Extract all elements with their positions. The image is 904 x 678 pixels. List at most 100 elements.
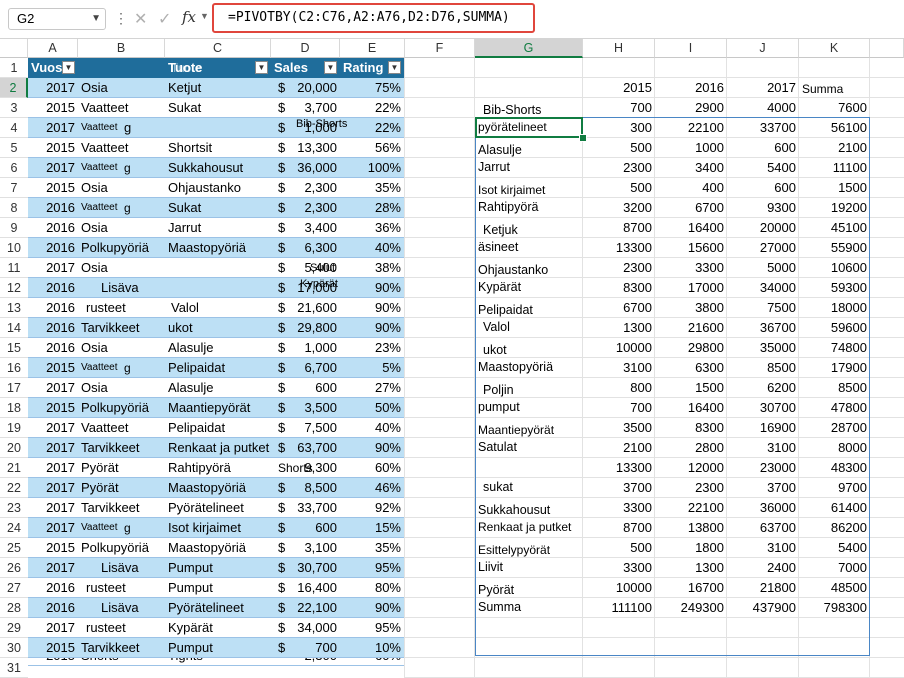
- cell-year[interactable]: 2016: [28, 598, 78, 618]
- cell-year[interactable]: 2017: [28, 118, 78, 138]
- pivot-value-cell[interactable]: 2400: [727, 558, 799, 578]
- pivot-value-cell[interactable]: 48500: [799, 578, 870, 598]
- pivot-value-cell[interactable]: 1300: [655, 558, 727, 578]
- cell-year[interactable]: 2017: [28, 438, 78, 458]
- pivot-value-cell[interactable]: 21800: [727, 578, 799, 598]
- pivot-value-cell[interactable]: 3100: [583, 358, 655, 378]
- cell-category[interactable]: rusteet: [81, 298, 165, 318]
- chevron-down-icon[interactable]: ▼: [200, 11, 209, 21]
- table-row[interactable]: 2017 Vaatteet Sukkahousut $36,000 100%: [28, 158, 404, 178]
- cell-category[interactable]: Lisäva: [81, 598, 165, 618]
- table-row[interactable]: 2015 Vaatteet Shortsit $13,300 56%: [28, 138, 404, 158]
- cell-year[interactable]: 2017: [28, 258, 78, 278]
- pivot-row-label[interactable]: äsineet: [477, 237, 581, 257]
- row-header-2[interactable]: 2: [0, 78, 28, 98]
- table-row[interactable]: 2017 Tarvikkeet Pyörätelineet $33,700 92%: [28, 498, 404, 518]
- cell-product[interactable]: ukot: [168, 318, 271, 338]
- cell-sales[interactable]: 30,700: [290, 558, 340, 578]
- pivot-value-cell[interactable]: 3700: [583, 478, 655, 498]
- row-header-3[interactable]: 3: [0, 98, 28, 118]
- pivot-value-cell[interactable]: 3400: [655, 158, 727, 178]
- pivot-value-cell[interactable]: 8700: [583, 218, 655, 238]
- cell-category[interactable]: Pyörät: [81, 478, 165, 498]
- cell-product[interactable]: Sukat: [168, 198, 271, 218]
- pivot-value-cell[interactable]: 5400: [727, 158, 799, 178]
- cell-product[interactable]: Maantiepyörät: [168, 398, 271, 418]
- column-header-e[interactable]: E: [340, 39, 405, 58]
- cell-product[interactable]: [168, 118, 271, 138]
- pivot-header-cell[interactable]: 2017: [727, 78, 799, 98]
- pivot-value-cell[interactable]: 33700: [727, 118, 799, 138]
- pivot-value-cell[interactable]: 5400: [799, 538, 870, 558]
- cell-rating[interactable]: 28%: [340, 198, 404, 218]
- pivot-value-cell[interactable]: 20000: [727, 218, 799, 238]
- cell-year[interactable]: 2017: [28, 618, 78, 638]
- cell-product[interactable]: Alasulje: [168, 338, 271, 358]
- pivot-value-cell[interactable]: 17000: [655, 278, 727, 298]
- cell-year[interactable]: 2017: [28, 418, 78, 438]
- row-header-15[interactable]: 15: [0, 338, 28, 358]
- row-header-24[interactable]: 24: [0, 518, 28, 538]
- cell-year[interactable]: 2016: [28, 578, 78, 598]
- cell-sales[interactable]: 700: [290, 638, 340, 658]
- cell-year[interactable]: 2015: [28, 638, 78, 658]
- pivot-value-cell[interactable]: 59300: [799, 278, 870, 298]
- cell-year[interactable]: 2016: [28, 298, 78, 318]
- cell-category[interactable]: Osia: [81, 258, 165, 278]
- cell-year[interactable]: 2016: [28, 198, 78, 218]
- cell-category[interactable]: Vaatteet: [81, 418, 165, 438]
- pivot-value-cell[interactable]: 36000: [727, 498, 799, 518]
- pivot-value-cell[interactable]: 16400: [655, 398, 727, 418]
- row-header-11[interactable]: 11: [0, 258, 28, 278]
- cell-rating[interactable]: 90%: [340, 438, 404, 458]
- row-header-22[interactable]: 22: [0, 478, 28, 498]
- cell-rating[interactable]: 35%: [340, 178, 404, 198]
- row-header-19[interactable]: 19: [0, 418, 28, 438]
- pivot-row-label[interactable]: Rahtipyörä: [477, 197, 581, 217]
- cell-rating[interactable]: 75%: [340, 78, 404, 98]
- cell-rating[interactable]: 27%: [340, 378, 404, 398]
- cell-sales[interactable]: 29,800: [290, 318, 340, 338]
- pivot-value-cell[interactable]: 500: [583, 538, 655, 558]
- pivot-value-cell[interactable]: 700: [583, 98, 655, 118]
- pivot-value-cell[interactable]: 10000: [583, 338, 655, 358]
- cell-year[interactable]: 2016: [28, 338, 78, 358]
- pivot-value-cell[interactable]: 8300: [583, 278, 655, 298]
- cell-product[interactable]: Kypärät: [168, 618, 271, 638]
- cell-category[interactable]: Osia: [81, 378, 165, 398]
- row-header-23[interactable]: 23: [0, 498, 28, 518]
- cell-year[interactable]: 2015: [28, 178, 78, 198]
- pivot-value-cell[interactable]: 500: [583, 138, 655, 158]
- cell-category[interactable]: Lisäva: [81, 278, 165, 298]
- cell-rating[interactable]: 35%: [340, 538, 404, 558]
- cell-product[interactable]: Maastopyöriä: [168, 238, 271, 258]
- fill-handle[interactable]: [579, 134, 587, 142]
- cell-sales[interactable]: 36,000: [290, 158, 340, 178]
- pivot-value-cell[interactable]: 56100: [799, 118, 870, 138]
- row-header-28[interactable]: 28: [0, 598, 28, 618]
- fx-icon[interactable]: fx: [182, 8, 196, 26]
- pivot-value-cell[interactable]: 6700: [583, 298, 655, 318]
- pivot-row-label[interactable]: Maastopyöriä: [477, 357, 581, 377]
- pivot-value-cell[interactable]: 21600: [655, 318, 727, 338]
- cell-product[interactable]: [168, 278, 271, 298]
- cell-product[interactable]: Alasulje: [168, 378, 271, 398]
- cell-sales[interactable]: 2,300: [290, 178, 340, 198]
- table-row[interactable]: 2017 Vaatteet Isot kirjaimet $600 15%: [28, 518, 404, 538]
- cell-category[interactable]: Tarvikkeet: [81, 438, 165, 458]
- cell-category[interactable]: Vaatteet: [81, 98, 165, 118]
- cell-rating[interactable]: 95%: [340, 618, 404, 638]
- pivot-row-label[interactable]: pumput: [477, 397, 581, 417]
- cell-category[interactable]: Vaatteet: [81, 358, 165, 378]
- pivot-value-cell[interactable]: 8300: [655, 418, 727, 438]
- pivot-value-cell[interactable]: 3300: [583, 498, 655, 518]
- pivot-value-cell[interactable]: 8000: [799, 438, 870, 458]
- pivot-value-cell[interactable]: 2300: [583, 158, 655, 178]
- cell-year[interactable]: 2017: [28, 518, 78, 538]
- column-header-j[interactable]: J: [727, 39, 799, 58]
- table-row[interactable]: 2016 Osia Alasulje $1,000 23%: [28, 338, 404, 358]
- cell-category[interactable]: rusteet: [81, 578, 165, 598]
- pivot-value-cell[interactable]: 13300: [583, 458, 655, 478]
- cell-sales[interactable]: 6,700: [290, 358, 340, 378]
- check-icon[interactable]: ✓: [158, 9, 171, 29]
